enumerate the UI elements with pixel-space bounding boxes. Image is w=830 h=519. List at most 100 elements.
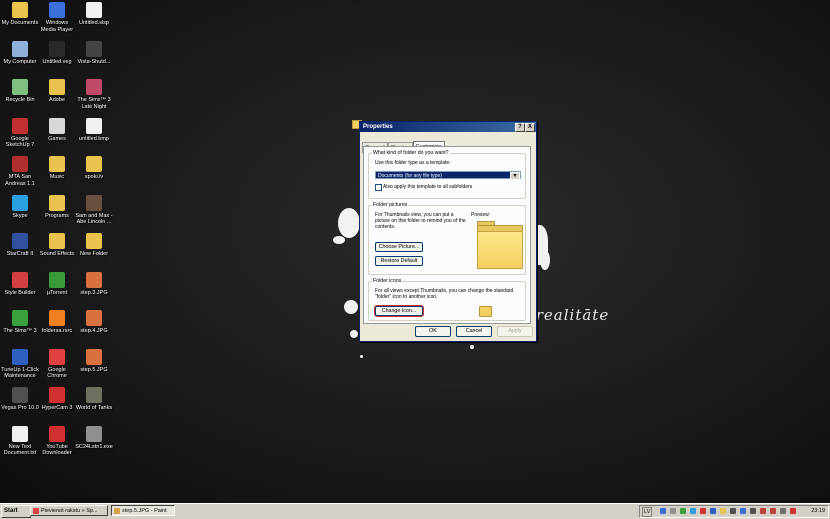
- app-icon: [86, 117, 102, 134]
- language-indicator[interactable]: LV: [642, 507, 653, 517]
- desktop-icon[interactable]: Untitled.slsp: [75, 2, 113, 27]
- desktop-icon[interactable]: Adobe: [38, 79, 76, 104]
- folder-type-label: What kind of folder do you want?: [372, 150, 450, 156]
- start-label: Start: [4, 508, 18, 514]
- desktop-icon-label: HyperCam 3: [41, 405, 73, 411]
- desktop-icon[interactable]: My Computer: [1, 40, 39, 66]
- properties-dialog: Properties ? X GeneralSharingCustomize W…: [359, 121, 537, 342]
- desktop-icon[interactable]: StarCraft II: [1, 233, 39, 258]
- desktop-icon[interactable]: untitled.bmp: [75, 117, 113, 143]
- desktop-icon[interactable]: Style Builder: [1, 271, 39, 297]
- app-icon: [86, 233, 102, 249]
- desktop-icon-label: Games: [48, 135, 66, 142]
- desktop-icon-label: Adobe: [49, 97, 65, 103]
- desktop-icon[interactable]: Windows Media Player: [38, 2, 76, 33]
- desktop-icon[interactable]: Sam and Max - Abe Lincoln ...: [75, 194, 113, 226]
- task-app-icon: [114, 508, 120, 514]
- desktop-icon[interactable]: The Sims™ 3 Late Night: [75, 79, 113, 110]
- ok-button[interactable]: OK: [415, 326, 451, 337]
- desktop-icon[interactable]: Recycle Bin: [1, 79, 39, 104]
- network-icon[interactable]: [660, 508, 666, 514]
- start-button[interactable]: Start: [1, 505, 31, 518]
- desktop-icon[interactable]: YouTube Downloader: [38, 425, 76, 457]
- app-icon: [12, 156, 28, 172]
- folder-tray-icon[interactable]: [720, 508, 726, 514]
- app-icon: [86, 79, 102, 95]
- desktop-icon[interactable]: New Folder: [75, 233, 113, 258]
- desktop-icon-label: StarCraft II: [6, 251, 34, 257]
- app-icon: [49, 271, 65, 288]
- taskbar-button[interactable]: step.5.JPG - Paint: [111, 505, 175, 516]
- help-button[interactable]: ?: [515, 123, 525, 132]
- chevron-down-icon[interactable]: ▼: [510, 172, 520, 180]
- desktop-icon[interactable]: HyperCam 3: [38, 387, 76, 412]
- desktop-icon-label: Recycle Bin: [5, 97, 35, 103]
- desktop-icon[interactable]: step.4.JPG: [75, 310, 113, 335]
- desktop-icon[interactable]: TuneUp 1-Click Maintenance: [1, 348, 39, 380]
- restore-default-button[interactable]: Restore Default: [375, 256, 423, 266]
- desktop-icon[interactable]: step.3.JPG: [75, 271, 113, 297]
- change-icon-button[interactable]: Change Icon...: [374, 305, 424, 317]
- desktop-icon[interactable]: spoki.lv: [75, 156, 113, 181]
- media-prev-icon[interactable]: [730, 508, 736, 514]
- desktop-icon[interactable]: World of Tanks: [75, 387, 113, 412]
- desktop-icon[interactable]: Untitled.veg: [38, 40, 76, 66]
- desktop-icon[interactable]: The Sims™ 3: [1, 310, 39, 335]
- desktop-icon[interactable]: foldersa.rsrc: [38, 310, 76, 335]
- app-icon: [49, 387, 65, 403]
- desktop-icon-label: step.4.JPG: [80, 328, 108, 334]
- desktop-icon[interactable]: New Text Document.txt: [1, 425, 39, 457]
- torrent-tray-icon[interactable]: [680, 508, 686, 514]
- skype-tray-icon[interactable]: [690, 508, 696, 514]
- desktop-icon[interactable]: Google SketchUp 7: [1, 117, 39, 149]
- app-icon: [49, 79, 65, 95]
- desktop-icon[interactable]: step.5.JPG: [75, 348, 113, 374]
- desktop-icon[interactable]: µTorrent: [38, 271, 76, 297]
- app-icon: [12, 271, 28, 288]
- cancel-button[interactable]: Cancel: [456, 326, 492, 337]
- desktop-icon-label: µTorrent: [46, 289, 68, 296]
- security-icon[interactable]: [770, 508, 776, 514]
- app-icon: [12, 194, 28, 211]
- media-play-icon[interactable]: [740, 508, 746, 514]
- media-next-icon[interactable]: [750, 508, 756, 514]
- hypercam-tray-icon[interactable]: [700, 508, 706, 514]
- clock[interactable]: 23:19: [811, 506, 825, 517]
- desktop-icon[interactable]: My Documents: [1, 2, 39, 27]
- app-icon: [12, 348, 28, 365]
- display-icon[interactable]: [670, 508, 676, 514]
- desktop-icon[interactable]: MTA San Andreas 1.1: [1, 156, 39, 187]
- subfolders-checkbox[interactable]: [375, 184, 382, 191]
- desktop-icon-label: My Documents: [1, 20, 39, 26]
- taskbar-button[interactable]: Pievienot rakstu » Sp...: [30, 505, 108, 516]
- app-icon: [86, 194, 102, 211]
- desktop-icon[interactable]: Skype: [1, 194, 39, 220]
- close-button[interactable]: X: [525, 123, 535, 132]
- desktop-icon-label: TuneUp 1-Click Maintenance: [1, 366, 39, 380]
- desktop-icon[interactable]: Programs: [38, 194, 76, 220]
- choose-picture-button[interactable]: Choose Picture...: [375, 242, 423, 252]
- app-icon: [49, 425, 65, 442]
- tuneup-tray-icon[interactable]: [710, 508, 716, 514]
- desktop-icon[interactable]: SC24Lstn1.exe: [75, 425, 113, 451]
- desktop-icon[interactable]: Music: [38, 156, 76, 181]
- desktop-icon[interactable]: Sound Effects: [38, 233, 76, 258]
- template-select[interactable]: Documents (for any file type) ▼: [375, 171, 521, 180]
- desktop-icon-label: spoki.lv: [84, 174, 104, 180]
- update-icon[interactable]: [790, 508, 796, 514]
- desktop-icon[interactable]: Vegas Pro 10.0: [1, 387, 39, 412]
- desktop-icon[interactable]: Google Chrome: [38, 348, 76, 380]
- folder-pictures-group: Folder pictures For Thumbnails view, you…: [368, 202, 526, 275]
- dialog-titlebar[interactable]: Properties ? X: [360, 122, 536, 132]
- desktop-icon[interactable]: Games: [38, 117, 76, 143]
- desktop-icon-label: Vegas Pro 10.0: [1, 405, 39, 411]
- apply-button[interactable]: Apply: [497, 326, 533, 337]
- desktop-icon-label: The Sims™ 3 Late Night: [77, 97, 111, 110]
- antivirus-icon[interactable]: [760, 508, 766, 514]
- desktop-icon-label: step.5.JPG: [80, 366, 108, 373]
- desktop-icon[interactable]: Vista-Shutd...: [75, 40, 113, 66]
- app-icon: [12, 79, 28, 95]
- volume-icon[interactable]: [780, 508, 786, 514]
- tab-bar: GeneralSharingCustomize: [362, 136, 445, 153]
- app-icon: [86, 425, 102, 442]
